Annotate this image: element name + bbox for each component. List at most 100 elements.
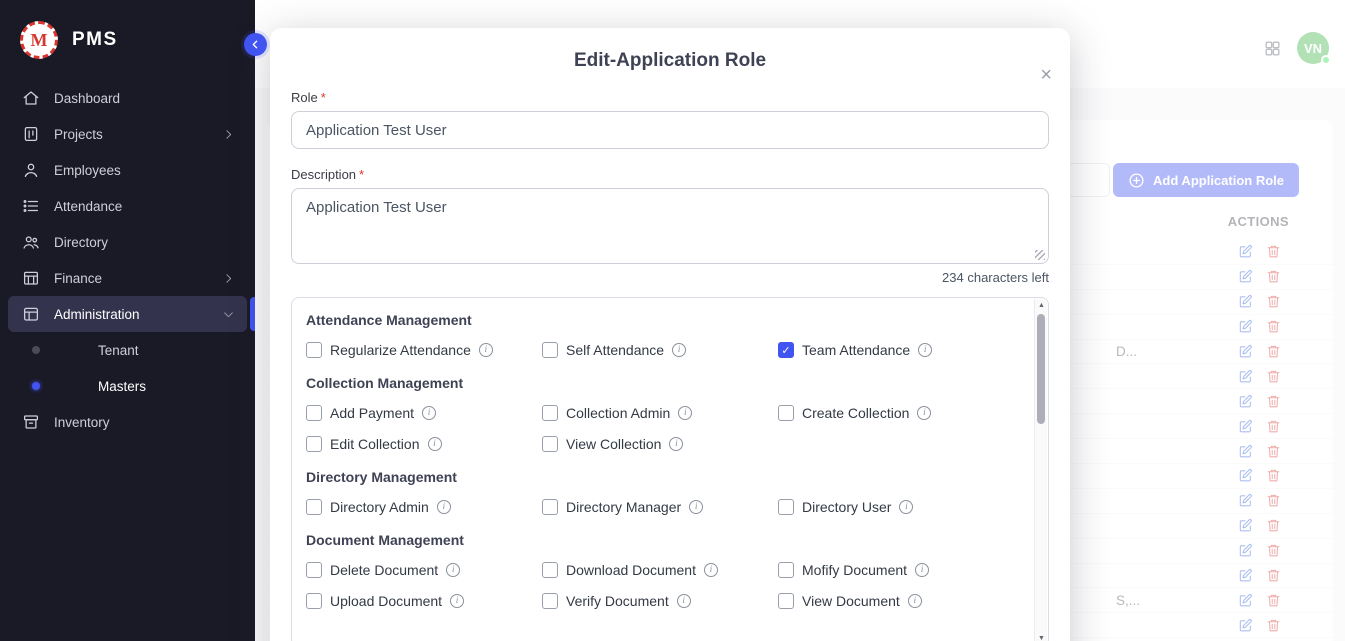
sidebar-item-directory[interactable]: Directory — [8, 224, 247, 260]
permission-collection-admin[interactable]: Collection Admini — [542, 404, 778, 422]
checkbox-icon[interactable] — [778, 562, 794, 578]
permission-label: Mofify Document — [802, 562, 907, 578]
chevron-down-icon — [222, 308, 235, 321]
admin-icon — [22, 305, 40, 323]
checkbox-icon[interactable] — [306, 499, 322, 515]
sidebar-item-finance[interactable]: Finance — [8, 260, 247, 296]
description-textarea[interactable]: Application Test User — [291, 188, 1049, 264]
permission-edit-collection[interactable]: Edit Collectioni — [306, 435, 542, 453]
permission-team-attendance[interactable]: ✓ Team Attendance i — [778, 341, 1014, 359]
sidebar-item-employees[interactable]: Employees — [8, 152, 247, 188]
permission-create-collection[interactable]: Create Collection i — [778, 404, 1014, 422]
checkbox-icon[interactable] — [542, 342, 558, 358]
section-title-collection-management: Collection Management — [306, 375, 1014, 391]
edit-application-role-modal: Edit-Application Role × Role* Descriptio… — [270, 28, 1070, 641]
checkbox-icon[interactable] — [542, 436, 558, 452]
permission-mofify-document[interactable]: Mofify Document i — [778, 561, 1014, 579]
info-icon: i — [437, 500, 451, 514]
info-icon: i — [918, 343, 932, 357]
sidebar-item-attendance[interactable]: Attendance — [8, 188, 247, 224]
scroll-down-icon[interactable]: ▼ — [1035, 635, 1048, 641]
permission-view-collection[interactable]: View Collectioni — [542, 435, 778, 453]
permission-label: Self Attendance — [566, 342, 664, 358]
permission-label: Verify Document — [566, 593, 669, 609]
checkbox-icon[interactable] — [542, 593, 558, 609]
checkbox-icon[interactable] — [542, 405, 558, 421]
checkbox-icon[interactable] — [306, 405, 322, 421]
permission-label: Create Collection — [802, 405, 909, 421]
permission-grid: Regularize AttendanceiSelf Attendancei✓T… — [306, 341, 1014, 359]
scrollbar-thumb[interactable] — [1037, 314, 1045, 424]
permission-add-payment[interactable]: Add Paymenti — [306, 404, 542, 422]
permission-view-document[interactable]: View Documenti — [778, 592, 1014, 610]
checkbox-icon[interactable] — [778, 593, 794, 609]
permission-upload-document[interactable]: Upload Documenti — [306, 592, 542, 610]
projects-icon — [22, 125, 40, 143]
permission-delete-document[interactable]: Delete Documenti — [306, 561, 542, 579]
checkbox-icon[interactable] — [306, 436, 322, 452]
permission-label: Collection Admin — [566, 405, 670, 421]
sidebar-item-tenant[interactable]: Tenant — [8, 332, 247, 368]
info-icon: i — [915, 563, 929, 577]
checkbox-icon[interactable] — [306, 593, 322, 609]
app-root: M PMS Dashboard ProjectsEmployees Attendan… — [0, 0, 1345, 641]
info-icon: i — [899, 500, 913, 514]
scroll-up-icon[interactable]: ▲ — [1035, 302, 1048, 309]
permissions-box: Attendance ManagementRegularize Attendan… — [291, 297, 1049, 641]
brand-name: PMS — [72, 29, 118, 51]
info-icon: i — [917, 406, 931, 420]
checkbox-icon[interactable] — [306, 342, 322, 358]
permission-label: Upload Document — [330, 593, 442, 609]
permission-label: Team Attendance — [802, 342, 910, 358]
section-title-document-management: Document Management — [306, 532, 1014, 548]
permission-self-attendance[interactable]: Self Attendance i — [542, 341, 778, 359]
sidebar-item-projects[interactable]: Projects — [8, 116, 247, 152]
permission-label: Delete Document — [330, 562, 438, 578]
permission-directory-user[interactable]: Directory Useri — [778, 498, 1014, 516]
checkbox-icon[interactable] — [542, 499, 558, 515]
permission-verify-document[interactable]: Verify Documenti — [542, 592, 778, 610]
checkbox-icon[interactable] — [778, 405, 794, 421]
checkbox-icon[interactable] — [542, 562, 558, 578]
checkbox-icon[interactable] — [778, 499, 794, 515]
info-icon: i — [672, 343, 686, 357]
scrollbar[interactable]: ▲ ▼ — [1034, 299, 1047, 641]
permission-grid: Add PaymentiCollection AdminiCreate Coll… — [306, 404, 1014, 453]
home-icon — [22, 89, 40, 107]
sidebar-item-label: Finance — [54, 271, 102, 286]
info-icon: i — [704, 563, 718, 577]
checkbox-icon[interactable] — [306, 562, 322, 578]
sidebar-item-inventory[interactable]: Inventory — [8, 404, 247, 440]
permission-label: View Collection — [566, 436, 661, 452]
permission-download-document[interactable]: Download Document i — [542, 561, 778, 579]
permission-directory-manager[interactable]: Directory Manageri — [542, 498, 778, 516]
sidebar-item-label: Administration — [54, 307, 140, 322]
permission-directory-admin[interactable]: Directory Admini — [306, 498, 542, 516]
sidebar-item-label: Dashboard — [54, 91, 120, 106]
sidebar-item-masters[interactable]: Masters — [8, 368, 247, 404]
resize-grip-icon[interactable] — [1035, 250, 1045, 260]
person-icon — [22, 161, 40, 179]
role-input[interactable] — [291, 111, 1049, 149]
sidebar-item-dashboard[interactable]: Dashboard — [8, 80, 247, 116]
permission-label: Add Payment — [330, 405, 414, 421]
bullet-icon — [32, 346, 40, 354]
required-mark: * — [321, 90, 326, 105]
role-label-text: Role — [291, 90, 318, 105]
checkbox-icon[interactable]: ✓ — [778, 342, 794, 358]
permission-regularize-attendance[interactable]: Regularize Attendancei — [306, 341, 542, 359]
permission-label: Download Document — [566, 562, 696, 578]
list-icon — [22, 197, 40, 215]
permission-label: Regularize Attendance — [330, 342, 471, 358]
bullet-icon — [32, 382, 40, 390]
chevron-right-icon — [222, 272, 235, 285]
sidebar-item-label: Attendance — [54, 199, 122, 214]
role-label: Role* — [291, 90, 1049, 105]
permission-label: Directory Manager — [566, 499, 681, 515]
close-icon[interactable]: × — [1040, 65, 1052, 85]
description-label: Description* — [291, 167, 1049, 182]
required-mark: * — [359, 167, 364, 182]
sidebar-collapse-button[interactable] — [244, 33, 267, 56]
pms-logo-icon: M — [20, 21, 58, 59]
sidebar-item-administration[interactable]: Administration — [8, 296, 247, 332]
